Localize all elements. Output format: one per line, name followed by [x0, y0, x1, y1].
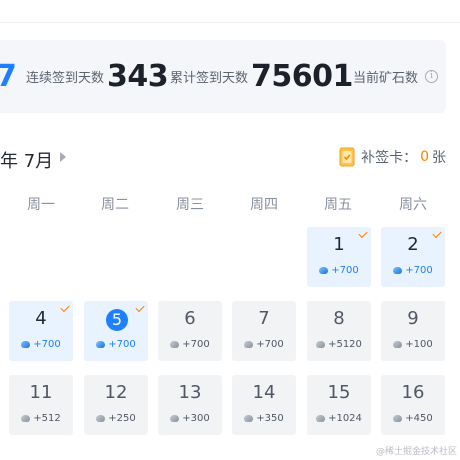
calendar-day-cell[interactable]: 6 +700: [158, 301, 222, 361]
ore-icon: [21, 415, 31, 422]
day-reward-value: +700: [256, 339, 284, 350]
day-reward-value: +1024: [328, 413, 362, 424]
day-reward-value: +300: [182, 413, 210, 424]
makeup-card-unit: 张: [432, 150, 446, 166]
day-number: 11: [29, 382, 53, 403]
makeup-card-count: 0: [420, 149, 429, 165]
calendar-day-cell[interactable]: 5 +700: [84, 301, 148, 361]
ore-icon: [393, 341, 403, 348]
day-reward: +100: [381, 339, 445, 350]
day-reward: +450: [381, 413, 445, 424]
ore-icon: [316, 341, 326, 348]
weekday-mon: 周一: [27, 197, 55, 213]
weekday-thu: 周四: [250, 197, 278, 213]
day-reward: +700: [84, 339, 148, 350]
ore-icon: [96, 415, 106, 422]
makeup-card-icon: [339, 147, 355, 167]
calendar-day-cell[interactable]: 4 +700: [9, 301, 73, 361]
ore-icon: [393, 267, 403, 274]
ore-icon: [316, 415, 326, 422]
day-number: 6: [184, 308, 196, 329]
calendar-day-cell[interactable]: 14 +350: [232, 375, 296, 435]
next-month-arrow-icon[interactable]: [60, 152, 66, 162]
day-reward: +700: [158, 339, 222, 350]
day-number: 15: [327, 382, 351, 403]
day-reward: +700: [9, 339, 73, 350]
current-value: 7: [0, 59, 17, 94]
signed-check-icon: [135, 302, 145, 313]
day-number: 9: [407, 308, 419, 329]
month-title: 年 7月: [0, 151, 54, 172]
day-reward: +300: [158, 413, 222, 424]
weekday-sat: 周六: [399, 197, 427, 213]
weekday-header: 周一 周二 周三 周四 周五 周六: [0, 194, 460, 214]
calendar-day-cell[interactable]: 2 +700: [381, 227, 445, 287]
calendar-day-cell[interactable]: 16 +450: [381, 375, 445, 435]
makeup-card-label: 补签卡：: [361, 150, 418, 166]
day-reward-value: +700: [182, 339, 210, 350]
day-number: 8: [333, 308, 345, 329]
day-reward: +5120: [307, 339, 371, 350]
day-number: 12: [104, 382, 128, 403]
day-reward-value: +100: [405, 339, 433, 350]
day-reward-value: +512: [33, 413, 61, 424]
ore-count-stat: 当前矿石数 i: [353, 40, 439, 113]
weekday-tue: 周二: [101, 197, 129, 213]
day-reward-value: +700: [331, 265, 359, 276]
day-reward-value: +250: [108, 413, 136, 424]
total-days-stat: 累计签到天数 75601: [170, 40, 353, 113]
ore-icon: [170, 341, 180, 348]
day-number: 16: [401, 382, 425, 403]
day-reward-value: +700: [108, 339, 136, 350]
day-reward-value: +450: [405, 413, 433, 424]
ore-icon: [319, 267, 329, 274]
day-reward-value: +700: [33, 339, 61, 350]
day-reward-value: +5120: [328, 339, 362, 350]
ore-icon: [393, 415, 403, 422]
ore-icon: [244, 415, 254, 422]
calendar-day-cell[interactable]: 12 +250: [84, 375, 148, 435]
watermark: @稀土掘金技术社区: [375, 447, 457, 457]
calendar-day-cell[interactable]: 11 +512: [9, 375, 73, 435]
current-value-stat: 7: [0, 40, 17, 113]
weekday-wed: 周三: [176, 197, 204, 213]
sign-in-stats-card: 7 连续签到天数 343 累计签到天数 75601 当前矿石数 i: [0, 40, 446, 113]
ore-icon: [21, 341, 31, 348]
makeup-card-info: 补签卡： 0 张: [339, 147, 446, 167]
ore-icon: [244, 341, 254, 348]
top-divider: [0, 22, 460, 23]
weekday-fri: 周五: [324, 197, 352, 213]
calendar-day-cell[interactable]: 9 +100: [381, 301, 445, 361]
day-reward: +350: [232, 413, 296, 424]
continuous-days-value: 343: [107, 59, 169, 94]
day-reward: +700: [307, 265, 371, 276]
day-number: 7: [258, 308, 270, 329]
day-reward-value: +700: [405, 265, 433, 276]
calendar-day-cell[interactable]: 8 +5120: [307, 301, 371, 361]
day-reward: +512: [9, 413, 73, 424]
day-reward: +700: [232, 339, 296, 350]
total-days-value: 75601: [251, 59, 353, 94]
ore-count-label: 当前矿石数: [353, 71, 419, 86]
calendar-day-cell[interactable]: 13 +300: [158, 375, 222, 435]
day-reward: +250: [84, 413, 148, 424]
continuous-days-stat: 连续签到天数 343: [26, 40, 169, 113]
ore-icon: [96, 341, 106, 348]
calendar-day-cell[interactable]: 1 +700: [307, 227, 371, 287]
day-reward: +1024: [307, 413, 371, 424]
calendar-day-cell[interactable]: 15 +1024: [307, 375, 371, 435]
info-icon[interactable]: i: [425, 70, 439, 83]
day-reward: +700: [381, 265, 445, 276]
today-day-number: 5: [106, 309, 128, 331]
day-number: 14: [252, 382, 276, 403]
ore-icon: [170, 415, 180, 422]
continuous-days-label: 连续签到天数: [26, 71, 105, 86]
calendar-day-cell[interactable]: 7 +700: [232, 301, 296, 361]
day-number: 13: [178, 382, 202, 403]
day-reward-value: +350: [256, 413, 284, 424]
total-days-label: 累计签到天数: [170, 71, 249, 86]
